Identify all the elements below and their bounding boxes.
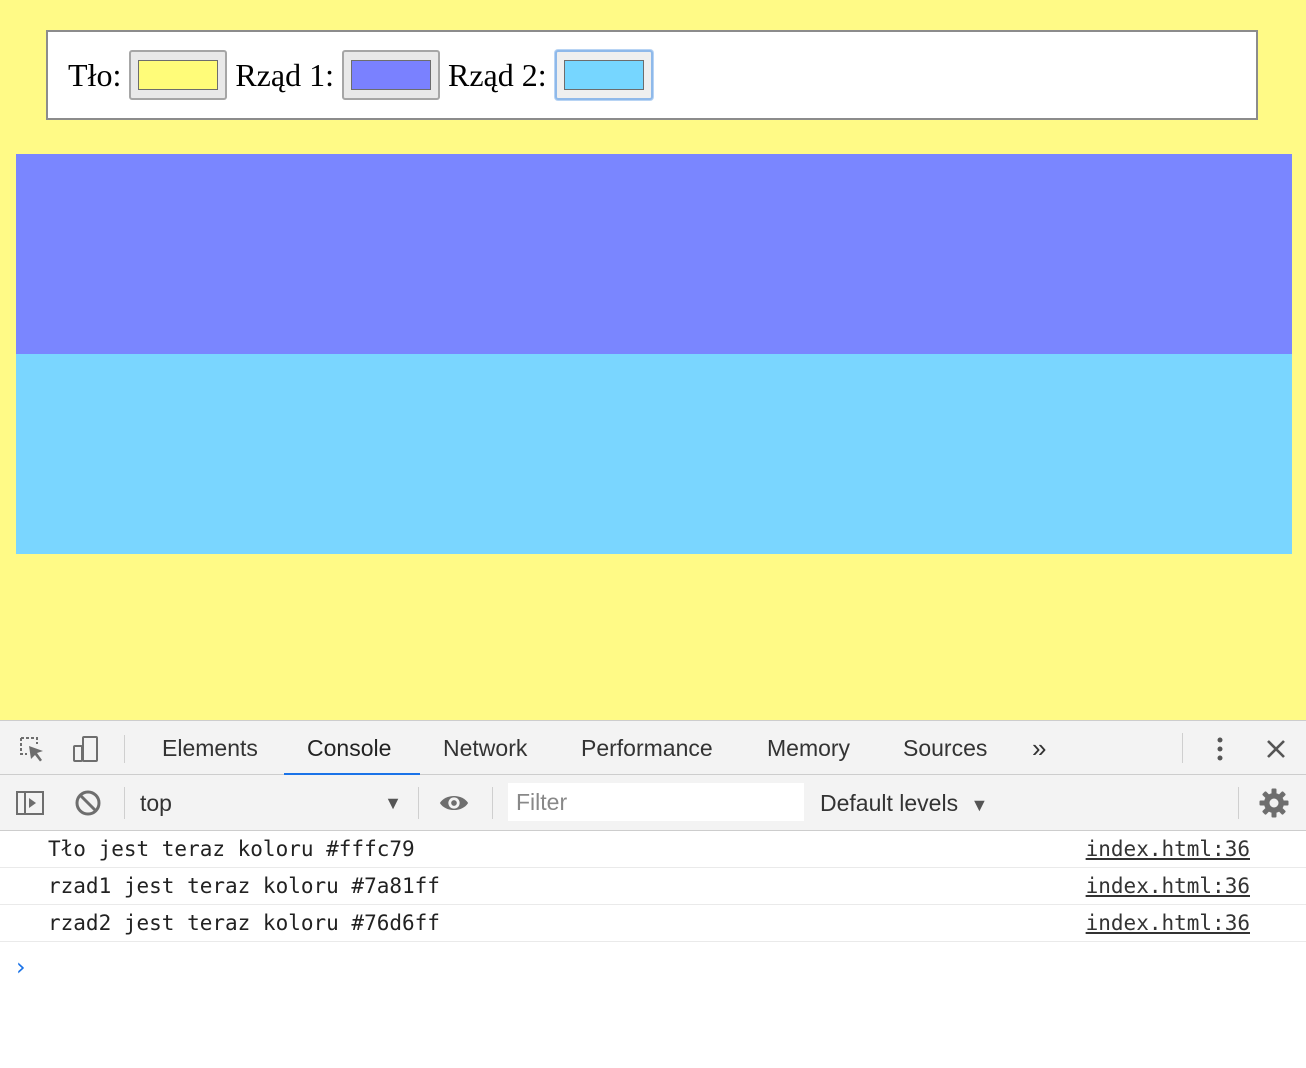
toolbar-separator-2 <box>418 787 419 819</box>
console-message: rzad2 jest teraz koloru #76d6ff index.ht… <box>0 905 1306 942</box>
inspect-element-icon[interactable] <box>16 733 48 765</box>
sidebar-toggle-icon[interactable] <box>14 787 46 819</box>
console-prompt-icon[interactable]: › <box>16 953 26 981</box>
devtools-panel: Elements Console Network Performance Mem… <box>0 720 1306 1068</box>
console-message-text: Tło jest teraz koloru #fffc79 <box>48 837 415 861</box>
tab-console[interactable]: Console <box>307 721 391 775</box>
row1-color-picker[interactable] <box>341 50 440 100</box>
more-options-icon[interactable] <box>1204 733 1236 765</box>
device-toolbar-icon[interactable] <box>70 733 102 765</box>
tab-network[interactable]: Network <box>443 721 527 775</box>
log-levels-dropdown[interactable]: Default levels ▼ <box>820 785 988 821</box>
chevron-double-right-icon[interactable]: » <box>1032 721 1046 775</box>
tab-elements[interactable]: Elements <box>162 721 258 775</box>
background-color-swatch <box>138 60 219 90</box>
tab-sources[interactable]: Sources <box>903 721 987 775</box>
gear-icon[interactable] <box>1258 787 1290 819</box>
row-1 <box>16 154 1292 354</box>
color-controls-panel: Tło: Rząd 1: Rząd 2: <box>46 30 1258 120</box>
console-message-source-link[interactable]: index.html:36 <box>1086 911 1250 935</box>
row2-color-label: Rząd 2: <box>447 56 547 93</box>
background-color-picker[interactable] <box>129 50 228 100</box>
log-levels-label: Default levels <box>820 790 959 816</box>
console-message-text: rzad1 jest teraz koloru #7a81ff <box>48 874 440 898</box>
toolbar-separator-3 <box>492 787 493 819</box>
filter-input[interactable] <box>508 783 804 821</box>
console-message: rzad1 jest teraz koloru #7a81ff index.ht… <box>0 868 1306 905</box>
devtools-tab-bar: Elements Console Network Performance Mem… <box>0 721 1306 776</box>
row1-color-label: Rząd 1: <box>235 56 334 93</box>
console-message-source-link[interactable]: index.html:36 <box>1086 874 1250 898</box>
row1-color-swatch <box>350 60 431 90</box>
execution-context-value: top <box>140 790 172 816</box>
row-2 <box>16 354 1292 554</box>
tab-memory[interactable]: Memory <box>767 721 850 775</box>
console-messages: Tło jest teraz koloru #fffc79 index.html… <box>0 831 1306 981</box>
console-message-source-link[interactable]: index.html:36 <box>1086 837 1250 861</box>
background-color-label: Tło: <box>68 56 122 93</box>
toolbar-separator-4 <box>1238 787 1239 819</box>
dropdown-caret-icon: ▼ <box>384 793 402 813</box>
console-toolbar: top ▼ Default levels ▼ <box>0 775 1306 831</box>
row2-color-swatch <box>563 60 644 90</box>
execution-context-select[interactable]: top ▼ <box>140 785 410 821</box>
tabbar-separator-right <box>1182 733 1183 763</box>
clear-console-icon[interactable] <box>72 787 104 819</box>
tabbar-separator <box>124 735 125 763</box>
live-expression-icon[interactable] <box>438 787 470 819</box>
close-icon[interactable] <box>1260 733 1292 765</box>
console-message: Tło jest teraz koloru #fffc79 index.html… <box>0 831 1306 868</box>
toolbar-separator <box>124 787 125 819</box>
console-message-text: rzad2 jest teraz koloru #76d6ff <box>48 911 440 935</box>
dropdown-caret-icon: ▼ <box>970 795 989 815</box>
row2-color-picker[interactable] <box>554 50 653 100</box>
page-canvas: Tło: Rząd 1: Rząd 2: <box>0 0 1306 720</box>
tab-performance[interactable]: Performance <box>581 721 713 775</box>
